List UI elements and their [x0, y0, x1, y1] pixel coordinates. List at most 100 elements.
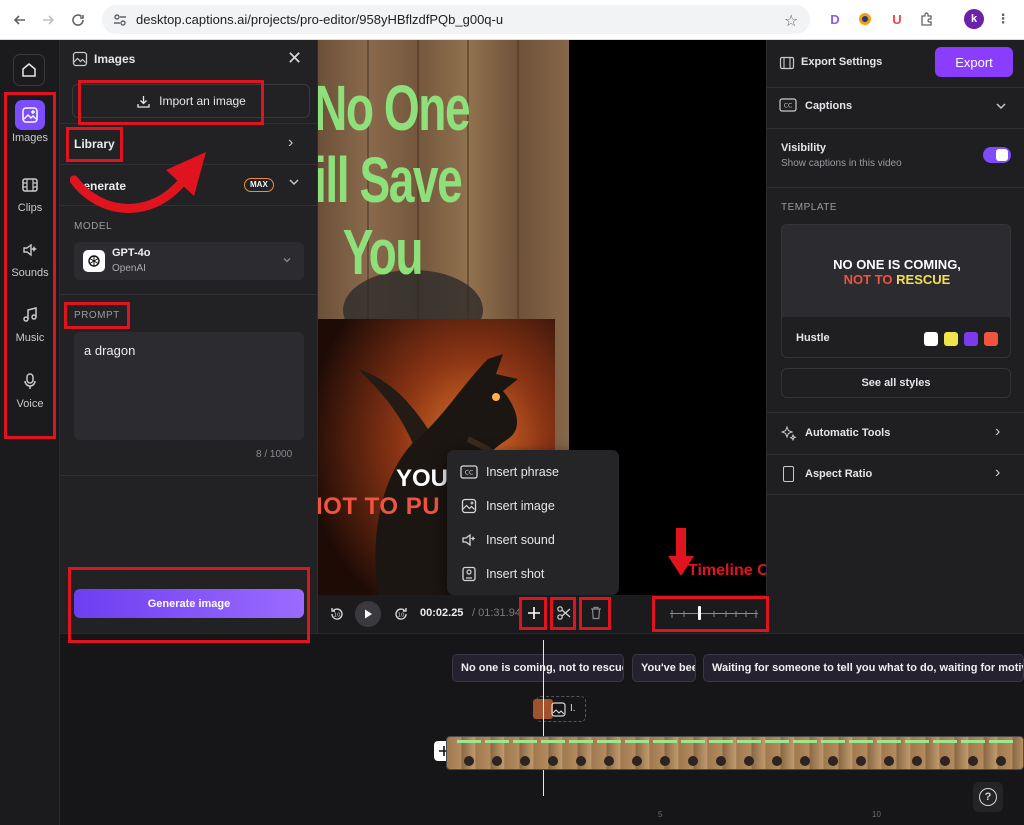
generate-image-button[interactable]: Generate image — [74, 589, 304, 618]
playhead[interactable] — [543, 640, 544, 796]
visibility-toggle[interactable] — [983, 147, 1011, 163]
reload-icon[interactable] — [66, 8, 90, 32]
microphone-icon — [15, 366, 45, 396]
rail-label: Images — [11, 132, 49, 144]
see-all-styles-button[interactable]: See all styles — [781, 368, 1011, 398]
play-button[interactable] — [355, 601, 381, 627]
export-settings-label[interactable]: Export Settings — [801, 56, 882, 68]
url-text: desktop.captions.ai/projects/pro-editor/… — [136, 12, 504, 27]
prompt-text: a dragon — [84, 343, 136, 358]
import-image-button[interactable]: Import an image — [72, 84, 310, 118]
back-icon[interactable] — [8, 8, 32, 32]
openai-logo-icon — [83, 250, 105, 272]
color-swatch — [984, 332, 998, 346]
image-icon — [551, 702, 566, 717]
forward-icon[interactable] — [36, 8, 60, 32]
visibility-subtitle: Show captions in this video — [781, 158, 902, 169]
home-icon — [22, 63, 36, 77]
captions-label[interactable]: Captions — [805, 100, 852, 112]
cc-icon: CC — [779, 98, 797, 112]
trash-icon[interactable] — [588, 605, 604, 621]
max-badge: MAX — [244, 178, 274, 192]
add-plus-icon[interactable] — [525, 604, 543, 622]
caption-chip[interactable]: No one is coming, not to rescue y — [452, 654, 624, 682]
timeline-zoom-thumb[interactable] — [698, 606, 701, 620]
profile-avatar[interactable]: k — [964, 9, 984, 29]
image-chip-label: I. — [570, 703, 576, 714]
extension-u-icon[interactable]: U — [888, 10, 906, 28]
extension-d-icon[interactable]: D — [826, 10, 844, 28]
color-swatch — [924, 332, 938, 346]
forward-10-icon[interactable]: 10 — [392, 605, 410, 623]
video-track-strip[interactable] — [446, 736, 1024, 770]
visibility-title: Visibility — [781, 142, 827, 154]
scissors-icon[interactable] — [556, 605, 572, 621]
video-title-text: No One ill Save You — [318, 72, 501, 288]
menu-item-insert-phrase[interactable]: CC Insert phrase — [459, 460, 559, 484]
menu-item-insert-image[interactable]: Insert image — [459, 494, 555, 518]
annotation-curved-arrow-icon — [70, 152, 206, 213]
rail-item-voice[interactable]: Voice — [0, 366, 60, 424]
menu-item-label: Insert image — [486, 499, 555, 513]
model-provider: OpenAI — [112, 263, 146, 274]
export-button[interactable]: Export — [935, 47, 1013, 77]
template-preview-red: NOT TO — [843, 272, 897, 287]
svg-text:10: 10 — [398, 613, 405, 619]
close-icon[interactable]: ✕ — [287, 48, 302, 69]
chevron-down-icon[interactable] — [288, 176, 300, 188]
address-bar[interactable]: desktop.captions.ai/projects/pro-editor/… — [102, 5, 810, 34]
extensions-puzzle-icon[interactable] — [918, 10, 936, 28]
template-preview-line2: NOT TO RESCUE — [782, 272, 1010, 287]
caption-chip[interactable]: You've bee — [632, 654, 696, 682]
aspect-ratio-label[interactable]: Aspect Ratio — [805, 468, 872, 480]
left-rail: Images Clips Sounds Music Voice — [0, 40, 60, 825]
rail-item-sounds[interactable]: Sounds — [0, 235, 60, 293]
video-title-line: No One — [318, 72, 471, 144]
home-button[interactable] — [13, 54, 45, 86]
film-icon — [779, 55, 795, 71]
chevron-right-icon[interactable]: › — [995, 464, 1000, 482]
template-preview-line1: NO ONE IS COMING, — [833, 257, 961, 272]
rail-item-images[interactable]: Images — [0, 100, 60, 158]
panel-image-icon — [72, 51, 88, 67]
aspect-ratio-icon — [783, 466, 794, 482]
help-button[interactable]: ? — [973, 782, 1003, 812]
timeline[interactable]: No one is coming, not to rescue y You've… — [60, 633, 1024, 825]
shot-icon — [459, 564, 479, 584]
chevron-right-icon[interactable]: › — [288, 134, 293, 152]
chevron-right-icon[interactable]: › — [995, 423, 1000, 441]
prompt-textarea[interactable]: a dragon — [74, 332, 304, 440]
rewind-10-icon[interactable]: 10 — [328, 605, 346, 623]
ruler-mark: 10 — [872, 810, 881, 819]
rail-label: Clips — [17, 202, 43, 214]
template-name: Hustle — [796, 332, 830, 344]
model-select[interactable]: GPT-4o OpenAI — [74, 242, 304, 280]
menu-item-insert-sound[interactable]: Insert sound — [459, 528, 555, 552]
film-icon — [15, 170, 45, 200]
rail-label: Music — [15, 332, 45, 344]
chevron-down-icon[interactable] — [995, 100, 1007, 112]
svg-text:10: 10 — [334, 613, 341, 619]
import-label: Import an image — [159, 94, 246, 108]
timeline-zoom-ticks — [671, 610, 757, 618]
color-swatch — [964, 332, 978, 346]
template-preview-yellow: RESCUE — [896, 272, 951, 287]
sound-sparkle-icon — [459, 530, 479, 550]
site-info-icon[interactable] — [112, 12, 128, 28]
extension-swirl-icon[interactable] — [856, 10, 874, 28]
rail-label: Sounds — [11, 267, 49, 279]
bookmark-star-icon[interactable]: ☆ — [784, 11, 798, 31]
browser-chrome: desktop.captions.ai/projects/pro-editor/… — [0, 0, 1024, 40]
caption-chip[interactable]: Waiting for someone to tell you what to … — [703, 654, 1024, 682]
template-card[interactable]: NO ONE IS COMING, NOT TO RESCUE Hustle — [781, 224, 1011, 358]
svg-text:CC: CC — [784, 103, 792, 110]
color-swatch — [944, 332, 958, 346]
toggle-knob — [996, 149, 1008, 161]
automatic-tools-label[interactable]: Automatic Tools — [805, 427, 890, 439]
rail-item-music[interactable]: Music — [0, 300, 60, 358]
menu-item-label: Insert shot — [486, 567, 545, 581]
menu-item-insert-shot[interactable]: Insert shot — [459, 562, 544, 586]
editor-app: Images Clips Sounds Music Voice Images ✕… — [0, 40, 1024, 825]
rail-item-clips[interactable]: Clips — [0, 170, 60, 228]
browser-menu-icon[interactable]: ⋮ — [994, 10, 1012, 28]
